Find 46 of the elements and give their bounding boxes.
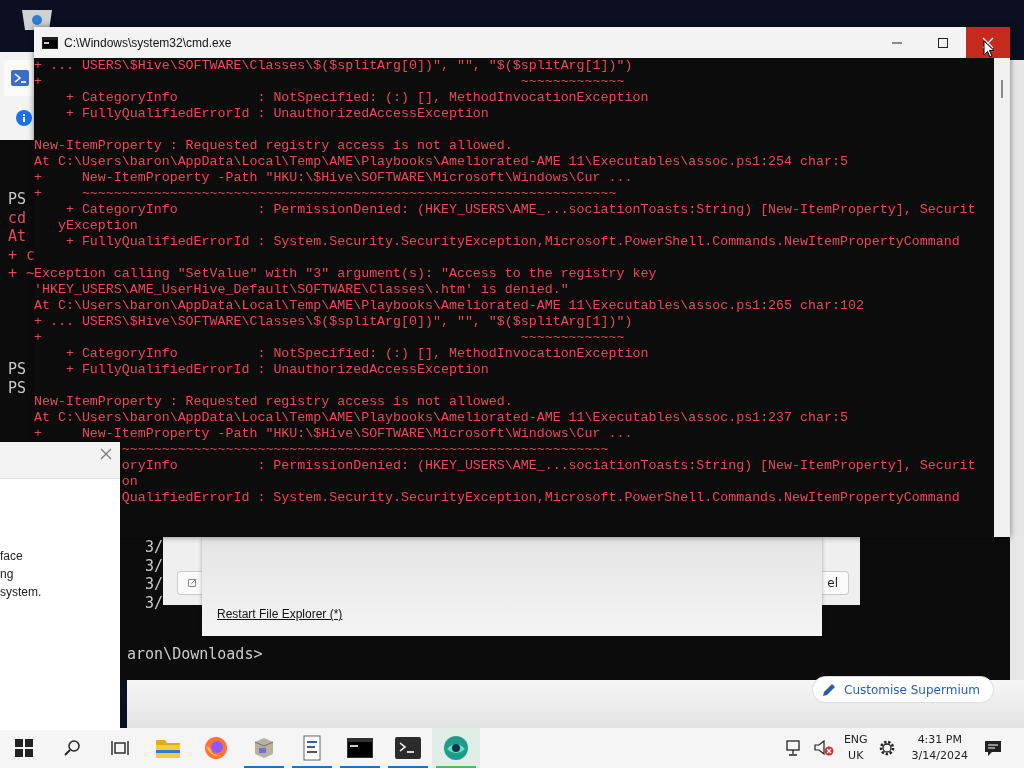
console-line: New-ItemProperty : Requested registry access is not allowed. [34,394,514,410]
window-title: C:\Windows\system32\cmd.exe [64,35,232,50]
console-line: oryInfo : PermissionDenied: (HKEY_USERS\AME_...sociationToasts:String) [New-ItemProperty], Securit [121,458,976,474]
console-line: + CategoryInfo : PermissionDenied: (HKEY_USERS\AME_...sociationToasts:String) [New-ItemProperty], Securit [64,202,977,218]
terminal-text: cd [8,208,28,227]
restart-link[interactable]: Restart File Explorer (*) [217,607,343,621]
console-line: + ~~~~~~~~~~~~~~~~~~~~~~~~~~~~~~~~~~~~~~~~~~~~~~~~~~~~~~~~~~~~~~~~~~~ [34,186,618,202]
console-line: yException [56,218,139,234]
console-line: At C:\Users\baron\AppData\Local\Temp\AME\Playbooks\Ameliorated-AME 11\Executables\assoc.ps1:254 char:5 [34,154,849,170]
clock[interactable]: 4:31 PM 3/14/2024 [911,732,968,764]
terminal-text: 3/ [145,575,164,594]
console-line: + ~~~~~~~~~~~~~ [34,330,626,346]
console-line: QualifiedErrorId : System.Security.SecurityException,Microsoft.PowerShell.Commands.NewItemPropertyCommand [121,490,960,506]
console-line: 'HKEY_USERS\AME_UserHive_Default\SOFTWARE\Classes\.htm' is denied." [34,282,570,298]
console-line: + ... USERS\$Hive\SOFTWARE\Classes\$($splitArg[0])", "", "$($splitArg[1])") [34,58,634,74]
console-line: New-ItemProperty : Requested registry access is not allowed. [34,138,514,154]
console-line: + CategoryInfo : NotSpecified: (:) [], MethodInvocationException [64,90,650,106]
console-line: + FullyQualifiedErrorId : UnauthorizedAccessException [64,362,490,378]
console-line: ~~~~~~~~~~~~~~~~~~~~~~~~~~~~~~~~~~~~~~~~~~~~~~~~~~~~~~~~~~~~~ [121,442,609,458]
terminal-text: + ~ [8,264,36,283]
console-line: + FullyQualifiedErrorId : System.Security.SecurityException,Microsoft.PowerShell.Commands.NewItemPropertyCommand [64,234,961,250]
terminal-text: 3/ [145,593,164,612]
console-line: + New-ItemProperty -Path "HKU:\$Hive\SOFTWARE\Microsoft\Windows\Cur ... [34,170,634,186]
console-line: + New-ItemProperty -Path "HKU:\$Hive\SOFTWARE\Microsoft\Windows\Cur ... [34,426,634,442]
terminal-text: 3/ [145,556,164,575]
terminal-text: At [8,227,28,246]
console-line: At C:\Users\baron\AppData\Local\Temp\AME\Playbooks\Ameliorated-AME 11\Executables\assoc.ps1:237 char:5 [34,410,849,426]
customise-button[interactable]: Customise Supermium [812,676,994,703]
terminal-text: PS [8,378,27,397]
terminal-text: PS [8,360,27,379]
dialog-text: system. [0,584,43,601]
language-indicator[interactable]: ENG UK [843,732,868,764]
console-line: on [121,474,138,490]
console-line: + CategoryInfo : NotSpecified: (:) [], MethodInvocationException [64,346,650,362]
dialog-text: face [0,548,24,565]
console-line: Exception calling "SetValue" with "3" argument(s): "Access to the registry key [34,266,658,282]
terminal-text: 3/ [145,538,164,557]
console-line: + ~~~~~~~~~~~~~ [34,74,626,90]
console-line: + ... USERS\$Hive\SOFTWARE\Classes\$($splitArg[0])", "", "$($splitArg[1])") [34,314,634,330]
dialog-text: ng [0,566,15,583]
terminal-prompt: aron\Downloads> [127,645,263,663]
console-line: + FullyQualifiedErrorId : UnauthorizedAccessException [64,106,490,122]
dialog-button[interactable]: el [822,571,849,595]
console-line: At C:\Users\baron\AppData\Local\Temp\AME\Playbooks\Ameliorated-AME 11\Executables\assoc.ps1:265 char:102 [34,298,865,314]
terminal-text: PS [8,190,28,209]
terminal-text: + c [8,245,36,264]
